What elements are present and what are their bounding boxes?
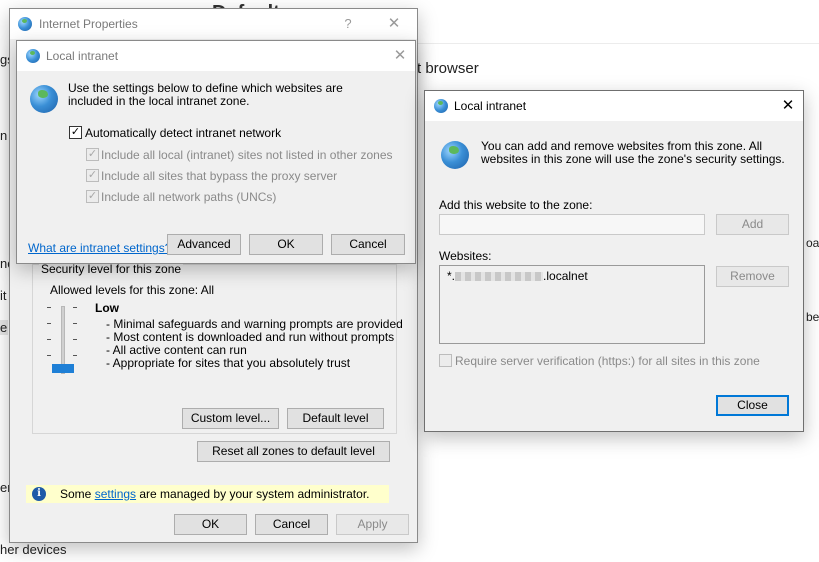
- require-https-label[interactable]: Require server verification (https:) for…: [455, 354, 760, 368]
- ip-ok-button[interactable]: OK: [174, 514, 247, 535]
- auto-detect-label[interactable]: Automatically detect intranet network: [85, 126, 281, 140]
- left-fragment-5[interactable]: e: [0, 320, 8, 335]
- auto-detect-checkbox[interactable]: ✓: [69, 126, 82, 139]
- sites-close-button[interactable]: Close: [716, 395, 789, 416]
- internet-properties-titlebar: Internet Properties ? ✕: [10, 9, 417, 39]
- slider-tick: [73, 323, 77, 324]
- include-local-sites-checkbox[interactable]: ✓: [86, 148, 99, 161]
- local-intranet-sites-dialog: Local intranet ✕ You can add and remove …: [424, 90, 804, 432]
- add-website-label: Add this website to the zone:: [439, 198, 593, 212]
- redacted-hostname: [455, 272, 544, 282]
- left-fragment-2: n: [0, 128, 8, 143]
- intranet-globe-icon: [26, 49, 40, 63]
- right-fragment-2: oad: [806, 236, 819, 250]
- add-website-button[interactable]: Add: [716, 214, 789, 235]
- website-entry-prefix: *.: [447, 269, 456, 283]
- slider-tick: [47, 307, 51, 308]
- website-entry-suffix: .localnet: [543, 269, 588, 283]
- internet-properties-title: Internet Properties: [39, 17, 138, 31]
- include-unc-checkbox[interactable]: ✓: [86, 190, 99, 203]
- level-bullet-3: - All active content can run: [106, 343, 247, 357]
- remove-website-button[interactable]: Remove: [716, 266, 789, 287]
- left-fragment-4: it: [0, 288, 7, 303]
- sites-globe-icon: [434, 99, 448, 113]
- slider-tick: [73, 307, 77, 308]
- help-button[interactable]: ?: [325, 9, 371, 39]
- require-https-checkbox[interactable]: [439, 354, 452, 367]
- local-intranet-sites-close-button[interactable]: ✕: [765, 91, 811, 121]
- ip-cancel-button[interactable]: Cancel: [255, 514, 328, 535]
- include-local-sites-label[interactable]: Include all local (intranet) sites not l…: [101, 148, 393, 162]
- info-suffix: are managed by your system administrator…: [136, 487, 370, 501]
- local-intranet-settings-dialog: Local intranet ✕ Use the settings below …: [16, 40, 416, 264]
- reset-all-zones-button[interactable]: Reset all zones to default level: [197, 441, 390, 462]
- default-level-button[interactable]: Default level: [287, 408, 384, 429]
- local-intranet-sites-titlebar: Local intranet ✕: [425, 91, 803, 121]
- right-fragment-3: be: [806, 310, 819, 324]
- level-bullet-1: - Minimal safeguards and warning prompts…: [106, 317, 403, 331]
- include-bypass-proxy-label[interactable]: Include all sites that bypass the proxy …: [101, 169, 337, 183]
- slider-tick: [73, 355, 77, 356]
- sites-description: You can add and remove websites from thi…: [481, 139, 785, 166]
- intranet-zone-icon: [30, 85, 58, 113]
- local-intranet-settings-close-button[interactable]: ✕: [377, 41, 423, 71]
- local-intranet-sites-title: Local intranet: [454, 99, 527, 113]
- include-unc-label[interactable]: Include all network paths (UNCs): [101, 190, 276, 204]
- local-intranet-settings-titlebar: Local intranet ✕: [17, 41, 415, 71]
- managed-settings-text: Some settings are managed by your system…: [60, 487, 369, 501]
- intranet-description: Use the settings below to define which w…: [68, 81, 343, 108]
- internet-globe-icon: [18, 17, 32, 31]
- advanced-button[interactable]: Advanced: [167, 234, 241, 255]
- slider-tick: [47, 339, 51, 340]
- slider-tick: [47, 355, 51, 356]
- info-prefix: Some: [60, 487, 95, 501]
- slider-tick: [47, 323, 51, 324]
- settings-link[interactable]: settings: [95, 487, 136, 501]
- intranet-settings-help-link[interactable]: What are intranet settings?: [28, 241, 171, 255]
- internet-properties-close-button[interactable]: ✕: [371, 9, 417, 39]
- custom-level-button[interactable]: Custom level...: [182, 408, 279, 429]
- security-level-group-label: Security level for this zone: [39, 262, 184, 276]
- sites-zone-icon: [441, 141, 469, 169]
- local-intranet-settings-title: Local intranet: [46, 49, 119, 63]
- security-slider-thumb[interactable]: [52, 364, 74, 373]
- slider-tick: [73, 339, 77, 340]
- default-browser-label[interactable]: t browser: [417, 60, 479, 77]
- level-bullet-2: - Most content is downloaded and run wit…: [106, 330, 395, 344]
- websites-label: Websites:: [439, 249, 492, 263]
- managed-settings-infobar: i Some settings are managed by your syst…: [26, 485, 389, 503]
- security-level-name: Low: [95, 301, 119, 315]
- intranet-ok-button[interactable]: OK: [249, 234, 323, 255]
- add-website-input[interactable]: [439, 214, 705, 235]
- allowed-levels-label: Allowed levels for this zone: All: [50, 283, 215, 297]
- intranet-cancel-button[interactable]: Cancel: [331, 234, 405, 255]
- other-devices-label[interactable]: her devices: [0, 542, 66, 557]
- info-icon: i: [32, 487, 46, 501]
- include-bypass-proxy-checkbox[interactable]: ✓: [86, 169, 99, 182]
- website-entry[interactable]: *. .localnet: [447, 269, 588, 283]
- level-bullet-4: - Appropriate for sites that you absolut…: [106, 356, 351, 370]
- ip-apply-button[interactable]: Apply: [336, 514, 409, 535]
- websites-list[interactable]: *. .localnet: [439, 265, 705, 344]
